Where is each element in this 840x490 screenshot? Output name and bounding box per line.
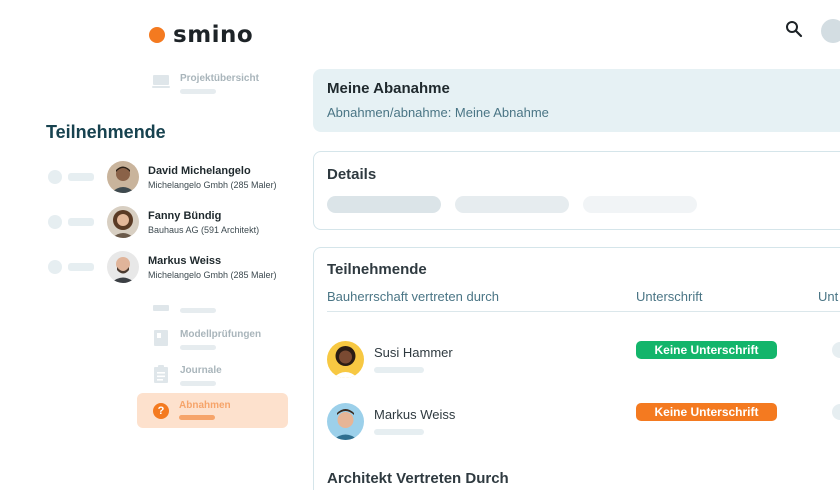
- participant-placeholder: [48, 260, 107, 274]
- nav-placeholder-bar: [180, 381, 216, 386]
- participant-placeholder: [48, 215, 107, 229]
- placeholder-dot: [48, 215, 62, 229]
- logo-dot-icon: [149, 27, 165, 43]
- details-skeleton: [327, 196, 441, 213]
- avatar: [327, 341, 364, 378]
- book-icon: [154, 330, 168, 346]
- details-skeleton: [455, 196, 569, 213]
- brand-name: smino: [173, 22, 254, 48]
- column-header: Bauherrschaft vertreten durch: [327, 289, 499, 304]
- help-icon: ?: [153, 403, 169, 419]
- participant-company: Michelangelo Gmbh (285 Maler): [148, 179, 277, 190]
- participant-company: Bauhaus AG (591 Architekt): [148, 224, 260, 235]
- row-placeholder-bar: [374, 367, 424, 373]
- nav-placeholder-bar: [180, 89, 216, 94]
- table-divider: [327, 311, 840, 312]
- details-skeleton: [583, 196, 697, 213]
- placeholder-dot: [48, 170, 62, 184]
- page-header: Meine Abanahme Abnahmen/abnahme: Meine A…: [313, 69, 840, 132]
- clipboard-icon: [154, 365, 168, 383]
- nav-projektuebersicht[interactable]: Projektübersicht: [152, 73, 259, 94]
- participant-item[interactable]: Markus Weiss Michelangelo Gmbh (285 Male…: [48, 251, 277, 283]
- user-avatar[interactable]: [821, 19, 840, 43]
- avatar: [107, 251, 139, 283]
- nav-item-images[interactable]: [152, 304, 216, 320]
- participants-title: Teilnehmende: [327, 261, 427, 278]
- status-badge[interactable]: Keine Unterschrift: [636, 341, 777, 359]
- placeholder-bar: [68, 173, 94, 181]
- table-row[interactable]: Susi Hammer Keine Unterschrift: [327, 339, 840, 379]
- participant-placeholder: [48, 170, 107, 184]
- avatar: [107, 206, 139, 238]
- breadcrumb[interactable]: Abnahmen/abnahme: Meine Abnahme: [327, 105, 549, 120]
- row-placeholder-bar: [374, 429, 424, 435]
- participant-name: Fanny Bündig: [148, 209, 222, 222]
- details-title: Details: [327, 166, 377, 183]
- section-title: Architekt Vertreten Durch: [327, 470, 509, 487]
- participant-company: Michelangelo Gmbh (285 Maler): [148, 269, 277, 280]
- participant-item[interactable]: Fanny Bündig Bauhaus AG (591 Architekt): [48, 206, 259, 238]
- row-name: Susi Hammer: [374, 345, 453, 360]
- nav-label: Modellprüfungen: [180, 329, 262, 340]
- participant-item[interactable]: David Michelangelo Michelangelo Gmbh (28…: [48, 161, 277, 193]
- page-title: Meine Abanahme: [327, 80, 450, 97]
- participant-name: Markus Weiss: [148, 254, 222, 267]
- avatar: [327, 403, 364, 440]
- row-placeholder: [832, 342, 840, 358]
- details-card: Details: [313, 151, 840, 230]
- nav-journale[interactable]: Journale: [152, 365, 222, 386]
- nav-modellpruefungen[interactable]: Modellprüfungen: [152, 329, 261, 350]
- nav-placeholder-bar: [179, 415, 215, 420]
- placeholder-dot: [48, 260, 62, 274]
- monitor-icon: [152, 75, 170, 88]
- participants-card: Teilnehmende Bauherrschaft vertreten dur…: [313, 247, 840, 490]
- status-badge[interactable]: Keine Unterschrift: [636, 403, 777, 421]
- nav-label: Abnahmen: [179, 400, 231, 411]
- image-icon: [153, 305, 169, 311]
- column-header: Unt: [818, 289, 839, 304]
- placeholder-bar: [68, 263, 94, 271]
- column-header: Unterschrift: [636, 289, 703, 304]
- nav-abnahmen-active[interactable]: ? Abnahmen: [137, 393, 288, 428]
- participant-name: David Michelangelo: [148, 164, 251, 177]
- nav-placeholder-bar: [180, 345, 216, 350]
- avatar: [107, 161, 139, 193]
- nav-placeholder-bar: [180, 308, 216, 313]
- search-icon[interactable]: [785, 20, 803, 38]
- nav-label: Projektübersicht: [180, 73, 259, 84]
- row-placeholder: [832, 404, 840, 420]
- sidebar-title: Teilnehmende: [46, 122, 166, 142]
- brand-logo[interactable]: smino: [149, 22, 253, 48]
- placeholder-bar: [68, 218, 94, 226]
- table-row[interactable]: Markus Weiss Keine Unterschrift: [327, 401, 840, 441]
- row-name: Markus Weiss: [374, 407, 456, 422]
- nav-label: Journale: [180, 365, 222, 376]
